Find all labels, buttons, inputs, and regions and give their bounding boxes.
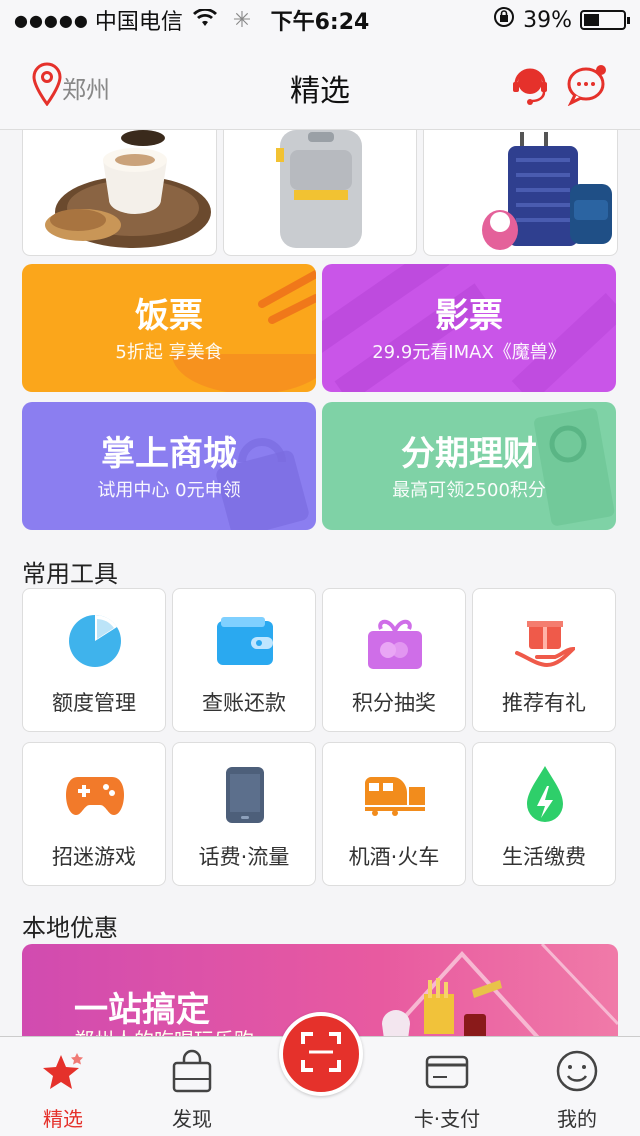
navigation-bar: 郑州 精选 [0, 40, 640, 130]
luggage-image [482, 132, 613, 250]
wifi-icon [192, 7, 217, 33]
food-ticket-title: 饭票 [135, 296, 203, 336]
tool-label: 推荐有礼 [502, 691, 586, 715]
star-icon [41, 1049, 85, 1093]
finance-subtitle: 最高可领2500积分 [392, 480, 546, 501]
status-bar: ●●●●● 中国电信 ✳ 下午6:24 39% [0, 0, 640, 40]
tool-label: 积分抽奖 [352, 691, 436, 715]
tab-label: 卡·支付 [413, 1107, 481, 1131]
carrier-label: 中国电信 [94, 10, 183, 35]
finance-title: 分期理财 [401, 434, 537, 474]
tool-label: 招迷游戏 [52, 845, 136, 869]
movie-ticket-subtitle: 29.9元看IMAX《魔兽》 [372, 342, 566, 363]
local-deals-title: 本地优惠 [22, 914, 118, 942]
tool-credit-limit[interactable]: 额度管理 [22, 588, 166, 732]
tool-utility-bills[interactable]: 生活缴费 [472, 742, 616, 886]
mall-subtitle: 试用中心 0元申领 [97, 480, 241, 501]
tab-mine[interactable]: 我的 [522, 1037, 632, 1136]
signal-dots-icon: ●●●●● [14, 10, 89, 30]
phone-icon [215, 765, 275, 825]
scan-button[interactable] [279, 1012, 363, 1096]
tab-label: 精选 [43, 1107, 83, 1131]
gift-box-icon [365, 611, 425, 671]
tool-hotel-train[interactable]: 机酒·火车 [322, 742, 466, 886]
tab-card-pay[interactable]: 卡·支付 [392, 1037, 502, 1136]
gift-hand-icon [515, 611, 575, 671]
food-ticket-tile[interactable]: 饭票 5折起 享美食 [22, 264, 316, 392]
movie-ticket-tile[interactable]: 影票 29.9元看IMAX《魔兽》 [322, 264, 616, 392]
food-ticket-subtitle: 5折起 享美食 [115, 342, 223, 363]
scan-icon [301, 1032, 341, 1076]
tool-label: 查账还款 [202, 691, 286, 715]
train-icon [365, 765, 425, 825]
tab-label: 发现 [172, 1107, 212, 1131]
battery-percent: 39% [523, 7, 572, 33]
customer-service-icon[interactable] [510, 62, 550, 108]
product-banner-row [22, 130, 619, 256]
bag-icon [170, 1049, 214, 1093]
tools-section-title: 常用工具 [22, 560, 118, 588]
coffee-banner[interactable] [22, 130, 217, 256]
gamepad-icon [65, 765, 125, 825]
tool-points-lottery[interactable]: 积分抽奖 [322, 588, 466, 732]
smile-icon [555, 1049, 599, 1093]
pie-chart-icon [65, 611, 125, 671]
tab-discover[interactable]: 发现 [137, 1037, 247, 1136]
tool-label: 话费·流量 [198, 845, 290, 869]
luggage-banner[interactable] [423, 130, 619, 256]
message-icon[interactable] [566, 62, 610, 107]
rotation-lock-icon [493, 6, 515, 34]
tool-label: 额度管理 [52, 691, 136, 715]
backpack-banner[interactable] [222, 130, 418, 256]
coffee-image [45, 130, 211, 248]
tab-featured[interactable]: 精选 [8, 1037, 118, 1136]
card-icon [425, 1049, 469, 1093]
tab-label: 我的 [557, 1107, 597, 1131]
tool-phone-data[interactable]: 话费·流量 [172, 742, 316, 886]
battery-icon [580, 10, 630, 30]
tool-label: 机酒·火车 [348, 845, 440, 869]
tool-games[interactable]: 招迷游戏 [22, 742, 166, 886]
tool-referral-reward[interactable]: 推荐有礼 [472, 588, 616, 732]
backpack-image [275, 130, 362, 248]
tool-label: 生活缴费 [502, 845, 586, 869]
mall-tile[interactable]: 掌上商城 试用中心 0元申领 [22, 402, 316, 530]
drop-bolt-icon [515, 765, 575, 825]
tool-bill-repay[interactable]: 查账还款 [172, 588, 316, 732]
installment-finance-tile[interactable]: 分期理财 最高可领2500积分 [322, 402, 616, 530]
wallet-icon [215, 611, 275, 671]
mall-title: 掌上商城 [101, 434, 237, 474]
movie-ticket-title: 影票 [435, 296, 503, 336]
loading-spinner-icon: ✳ [232, 7, 252, 33]
